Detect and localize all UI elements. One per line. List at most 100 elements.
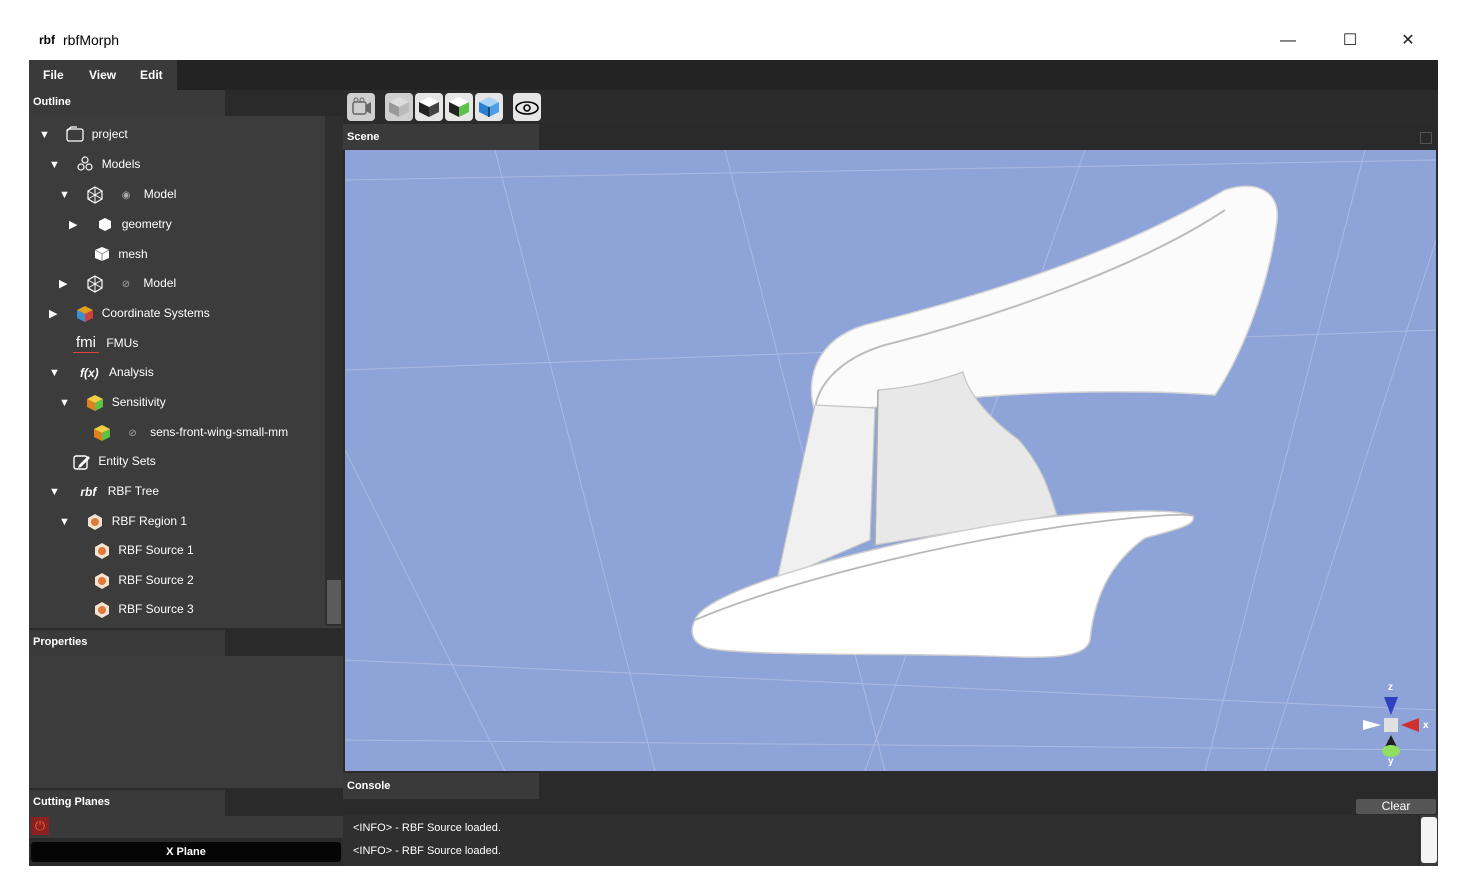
outline-panel: Outline ▼ project ▼ Models ▼ ◉ Model ▶ g… <box>29 90 343 628</box>
menu-file[interactable]: File <box>43 68 64 82</box>
tree-item-label: RBF Tree <box>107 484 160 498</box>
cutting-planes-toolbar: ⏻ <box>29 816 343 838</box>
front-wing-model <box>691 185 1278 658</box>
source-icon <box>93 601 111 619</box>
hidden-eye-icon[interactable]: ⊘ <box>122 272 130 298</box>
tree-item-label: Coordinate Systems <box>101 306 210 320</box>
tree-item-label: Entity Sets <box>98 454 156 468</box>
power-icon[interactable]: ⏻ <box>31 817 49 835</box>
tree-item-sensitivity[interactable]: ▼ Sensitivity <box>59 389 166 415</box>
console-line: <INFO> - RBF Source loaded. <box>353 845 501 857</box>
models-icon <box>76 156 94 174</box>
axis-y-label: y <box>1388 756 1394 767</box>
outline-scrollbar[interactable] <box>325 116 343 626</box>
tree-item-label: Model <box>143 276 177 290</box>
solid-view-icon[interactable] <box>385 93 413 121</box>
tree-item-label: Sensitivity <box>111 395 166 409</box>
tree-item-analysis[interactable]: ▼ f(x) Analysis <box>49 359 154 385</box>
edit-icon <box>73 453 91 471</box>
expand-arrow-icon[interactable]: ▼ <box>59 182 71 208</box>
tree-item-geometry[interactable]: ▶ geometry <box>69 211 172 237</box>
x-plane-button[interactable]: X Plane <box>31 842 341 862</box>
hidden-eye-icon[interactable]: ⊘ <box>128 421 136 447</box>
expand-arrow-icon[interactable]: ▼ <box>49 479 61 505</box>
folder-icon <box>66 126 84 144</box>
cutting-planes-title: Cutting Planes <box>29 790 225 816</box>
camera-icon[interactable] <box>347 93 375 121</box>
expand-arrow-icon[interactable]: ▼ <box>59 509 71 535</box>
tree-item-label: Model <box>143 187 177 201</box>
axis-x-label: x <box>1423 720 1429 731</box>
tree-item-rbf-tree[interactable]: ▼ rbf RBF Tree <box>49 478 159 504</box>
wireframe-view-icon[interactable] <box>415 93 443 121</box>
expand-arrow-icon[interactable]: ▼ <box>49 360 61 386</box>
expand-arrow-icon[interactable]: ▶ <box>49 301 61 327</box>
menu-group: File View Edit <box>29 60 177 90</box>
properties-title: Properties <box>29 630 225 656</box>
tree-item-rbf-source-2[interactable]: RBF Source 2 <box>93 567 194 593</box>
expand-arrow-icon[interactable]: ▼ <box>39 122 51 148</box>
window-title: rbfMorph <box>63 32 120 48</box>
tree-item-model-2[interactable]: ▶ ⊘ Model <box>59 270 176 296</box>
expand-arrow-icon[interactable]: ▼ <box>49 152 61 178</box>
axis-z-label: z <box>1388 682 1393 693</box>
menu-edit[interactable]: Edit <box>140 68 163 82</box>
tree-item-coordinate-systems[interactable]: ▶ Coordinate Systems <box>49 300 210 326</box>
tree-item-label: RBF Source 3 <box>118 602 194 616</box>
app-logo: rbf <box>39 33 55 47</box>
tree-item-label: Analysis <box>109 365 154 379</box>
minimize-button[interactable]: — <box>1265 28 1311 54</box>
clear-button[interactable]: Clear <box>1356 799 1436 814</box>
tree-item-project[interactable]: ▼ project <box>39 121 128 147</box>
title-bar: rbf rbfMorph — ☐ ✕ <box>29 22 1438 60</box>
close-button[interactable]: ✕ <box>1385 28 1431 54</box>
menu-view[interactable]: View <box>89 68 116 82</box>
console-scrollbar[interactable] <box>1420 815 1438 866</box>
maximize-button[interactable]: ☐ <box>1327 28 1373 54</box>
expand-arrow-icon[interactable]: ▶ <box>59 271 71 297</box>
tree-item-label: project <box>91 127 128 141</box>
view-toolbar <box>343 90 1438 124</box>
source-icon <box>93 542 111 560</box>
shaded-edges-view-icon[interactable] <box>445 93 473 121</box>
scene-canvas: z x y <box>345 150 1436 771</box>
tree-item-label: FMUs <box>106 336 139 350</box>
tree-item-models[interactable]: ▼ Models <box>49 151 140 177</box>
function-icon: f(x) <box>80 365 99 380</box>
geometry-icon <box>96 216 114 234</box>
tree-item-rbf-source-1[interactable]: RBF Source 1 <box>93 537 194 563</box>
outline-title: Outline <box>29 90 225 116</box>
tree-item-label: Models <box>101 157 141 171</box>
region-icon <box>86 513 104 531</box>
cutting-planes-header: Cutting Planes <box>29 790 343 816</box>
coordinate-systems-icon <box>76 305 94 323</box>
model-icon <box>86 275 104 293</box>
maximize-scene-icon[interactable] <box>1420 132 1432 144</box>
axis-triad <box>1363 697 1419 757</box>
tree-item-label: mesh <box>118 247 148 261</box>
tree-item-model-1[interactable]: ▼ ◉ Model <box>59 181 176 207</box>
visibility-eye-icon[interactable]: ◉ <box>122 183 131 209</box>
console-title: Console <box>343 773 539 799</box>
app-window: rbf rbfMorph — ☐ ✕ File View Edit Outlin… <box>29 22 1438 866</box>
console-header: Console <box>343 773 1438 799</box>
tree-item-entity-sets[interactable]: Entity Sets <box>73 448 156 474</box>
properties-header: Properties <box>29 630 343 656</box>
tree-item-rbf-region-1[interactable]: ▼ RBF Region 1 <box>59 508 187 534</box>
visibility-eye-icon[interactable] <box>513 93 541 121</box>
3d-viewport[interactable]: z x y <box>345 150 1436 771</box>
tree-item-sens-front-wing[interactable]: ⊘ sens-front-wing-small-mm <box>93 419 288 445</box>
console-log: <INFO> - RBF Source loaded. <INFO> - RBF… <box>343 815 1418 866</box>
expand-arrow-icon[interactable]: ▶ <box>69 212 81 238</box>
tree-item-rbf-source-3[interactable]: RBF Source 3 <box>93 596 194 622</box>
tree-item-mesh[interactable]: mesh <box>93 241 148 267</box>
expand-arrow-icon[interactable]: ▼ <box>59 390 71 416</box>
properties-panel: Properties <box>29 630 343 788</box>
sensitivity-item-icon <box>93 424 111 442</box>
tree-item-fmus[interactable]: fmi FMUs <box>73 330 138 356</box>
console-panel: Clear <INFO> - RBF Source loaded. <INFO>… <box>343 799 1438 866</box>
console-line: <INFO> - RBF Source loaded. <box>353 822 501 834</box>
console-scroll-thumb[interactable] <box>1421 817 1437 863</box>
outline-scroll-thumb[interactable] <box>327 580 341 624</box>
blue-view-icon[interactable] <box>475 93 503 121</box>
